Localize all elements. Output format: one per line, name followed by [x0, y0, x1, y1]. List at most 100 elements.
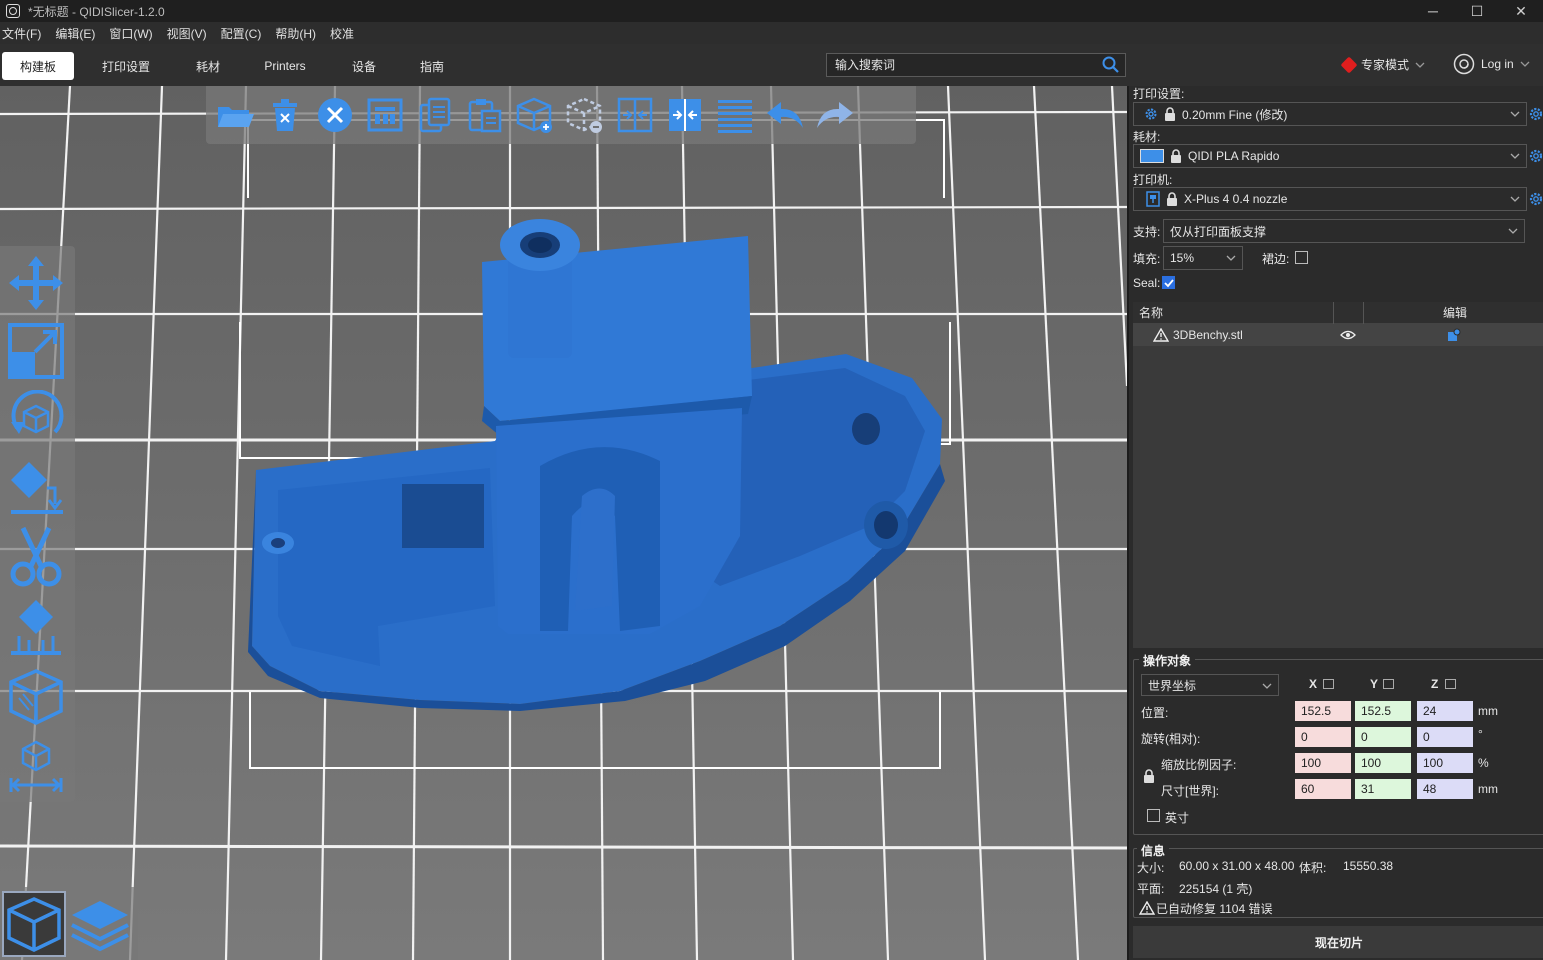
- menu-view[interactable]: 视图(V): [167, 25, 207, 42]
- support-label: 支持:: [1133, 225, 1161, 239]
- search-input[interactable]: [827, 58, 1101, 72]
- tab-plater[interactable]: 构建板: [2, 52, 74, 80]
- column-edit-header[interactable]: 编辑: [1443, 304, 1467, 321]
- view-switcher: [0, 887, 138, 960]
- move-icon[interactable]: [4, 252, 68, 314]
- search-box[interactable]: [826, 53, 1126, 77]
- scale-y-field[interactable]: 100: [1355, 753, 1411, 773]
- support-value: 仅从打印面板支撑: [1170, 224, 1267, 239]
- position-z-field[interactable]: 24: [1417, 701, 1473, 721]
- menu-window[interactable]: 窗口(W): [109, 25, 152, 42]
- scale-x-field[interactable]: 100: [1295, 753, 1351, 773]
- login-button[interactable]: Log in: [1453, 53, 1530, 75]
- cut-icon[interactable]: [4, 526, 68, 588]
- manipulation-title: 操作对象: [1139, 652, 1196, 669]
- lock-icon: [1167, 192, 1177, 206]
- chevron-down-icon: [1510, 196, 1520, 202]
- coord-system-combo[interactable]: 世界坐标: [1141, 674, 1279, 696]
- brim-checkbox[interactable]: [1295, 251, 1308, 264]
- drop-to-bed-x-icon[interactable]: [1323, 679, 1334, 689]
- search-icon[interactable]: [1101, 55, 1121, 75]
- supports-paint-icon[interactable]: [4, 596, 68, 658]
- delete-icon[interactable]: [264, 94, 306, 136]
- rotation-y-field[interactable]: 0: [1355, 727, 1411, 747]
- object-list[interactable]: 名称 编辑 3DBenchy.stl: [1133, 302, 1543, 648]
- menu-file[interactable]: 文件(F): [2, 25, 41, 42]
- title-bar: *无标题 - QIDISlicer-1.2.0 ─ ☐ ✕: [0, 0, 1543, 22]
- menu-edit[interactable]: 编辑(E): [55, 25, 95, 42]
- rotate-icon[interactable]: [4, 388, 68, 450]
- measure-icon[interactable]: [4, 736, 68, 798]
- minimize-button[interactable]: ─: [1410, 0, 1456, 22]
- delete-all-icon[interactable]: [314, 94, 356, 136]
- infill-combo[interactable]: 15%: [1163, 246, 1243, 270]
- slice-now-button[interactable]: 现在切片: [1133, 926, 1543, 958]
- warning-icon: [1139, 901, 1155, 915]
- maximize-button[interactable]: ☐: [1454, 0, 1500, 22]
- copy-icon[interactable]: [414, 94, 456, 136]
- scale-lock-icon[interactable]: [1143, 769, 1155, 783]
- menu-help[interactable]: 帮助(H): [275, 25, 316, 42]
- print-settings-combo[interactable]: 0.20mm Fine (修改): [1133, 102, 1527, 126]
- undo-icon[interactable]: [764, 94, 806, 136]
- printer-gear-icon[interactable]: [1529, 192, 1543, 206]
- size-x-field[interactable]: 60: [1295, 779, 1351, 799]
- mode-selector[interactable]: 专家模式: [1340, 56, 1425, 73]
- filament-value: QIDI PLA Rapido: [1188, 149, 1280, 163]
- filament-label: 耗材:: [1133, 130, 1161, 144]
- settings-gear-icon: [1145, 108, 1157, 120]
- list-item[interactable]: 3DBenchy.stl: [1133, 324, 1543, 346]
- mode-label: 专家模式: [1361, 58, 1410, 72]
- tab-device[interactable]: 设备: [336, 52, 392, 80]
- split-parts-icon[interactable]: [664, 94, 706, 136]
- place-on-face-icon[interactable]: [4, 456, 68, 518]
- printer-combo[interactable]: X-Plus 4 0.4 nozzle: [1133, 187, 1527, 211]
- rotation-x-field[interactable]: 0: [1295, 727, 1351, 747]
- drop-to-bed-z-icon[interactable]: [1445, 679, 1456, 689]
- arrange-icon[interactable]: [364, 94, 406, 136]
- open-folder-icon[interactable]: [214, 94, 256, 136]
- filament-gear-icon[interactable]: [1529, 149, 1543, 163]
- position-x-field[interactable]: 152.5: [1295, 701, 1351, 721]
- paste-icon[interactable]: [464, 94, 506, 136]
- layers-editing-icon[interactable]: [714, 94, 756, 136]
- visibility-eye-icon[interactable]: [1340, 330, 1356, 340]
- tab-print-settings[interactable]: 打印设置: [90, 52, 162, 80]
- tab-filament[interactable]: 耗材: [180, 52, 236, 80]
- size-unit: mm: [1478, 782, 1498, 796]
- seam-paint-icon[interactable]: [4, 666, 68, 728]
- split-objects-icon[interactable]: [614, 94, 656, 136]
- menu-calibration[interactable]: 校准: [330, 25, 354, 42]
- scale-z-field[interactable]: 100: [1417, 753, 1473, 773]
- scale-icon[interactable]: [4, 320, 68, 382]
- chevron-down-icon: [1226, 255, 1236, 261]
- tab-printers[interactable]: Printers: [254, 52, 316, 80]
- add-instance-icon[interactable]: [514, 94, 556, 136]
- axis-x-label: X: [1309, 677, 1318, 691]
- size-z-field[interactable]: 48: [1417, 779, 1473, 799]
- drop-to-bed-y-icon[interactable]: [1383, 679, 1394, 689]
- tab-guide[interactable]: 指南: [408, 52, 456, 80]
- close-button[interactable]: ✕: [1498, 0, 1543, 22]
- print-settings-gear-icon[interactable]: [1529, 107, 1543, 121]
- support-combo[interactable]: 仅从打印面板支撑: [1163, 219, 1525, 243]
- column-name-header[interactable]: 名称: [1139, 304, 1163, 321]
- redo-icon[interactable]: [814, 94, 856, 136]
- 3d-viewport[interactable]: [0, 86, 1127, 960]
- rotation-z-field[interactable]: 0: [1417, 727, 1473, 747]
- info-volume-value: 15550.38: [1343, 859, 1394, 873]
- filament-combo[interactable]: QIDI PLA Rapido: [1133, 144, 1527, 168]
- size-y-field[interactable]: 31: [1355, 779, 1411, 799]
- edit-settings-icon[interactable]: [1447, 328, 1461, 342]
- remove-instance-icon[interactable]: [564, 94, 606, 136]
- sidebar-panel: 打印设置: 0.20mm Fine (修改) 耗材: QIDI PLA Rapi…: [1127, 86, 1543, 960]
- seal-checkbox[interactable]: [1162, 276, 1175, 289]
- menu-config[interactable]: 配置(C): [221, 25, 262, 42]
- info-facets-value: 225154 (1 壳): [1179, 882, 1253, 896]
- position-y-field[interactable]: 152.5: [1355, 701, 1411, 721]
- preview-layers-icon[interactable]: [68, 891, 132, 957]
- inches-checkbox[interactable]: [1147, 809, 1160, 822]
- app-icon: [6, 4, 20, 18]
- chevron-down-icon: [1520, 61, 1530, 67]
- 3d-view-icon[interactable]: [2, 891, 66, 957]
